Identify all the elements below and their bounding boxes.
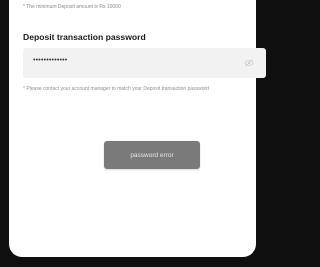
page-title: Deposit transaction password xyxy=(23,32,146,42)
transaction-password-value[interactable]: ••••••••••••• xyxy=(33,57,67,64)
deposit-password-sheet: * The minimum Deposit amount is Rs 10000… xyxy=(9,0,266,257)
password-error-message: password error xyxy=(130,151,174,159)
help-note: * Please contact your account manager to… xyxy=(23,86,209,92)
transaction-password-field[interactable]: ••••••••••••• xyxy=(23,48,266,78)
eye-off-icon[interactable] xyxy=(244,58,254,68)
minimum-deposit-note: * The minimum Deposit amount is Rs 10000 xyxy=(23,4,121,10)
password-error-toast: password error xyxy=(104,141,200,169)
